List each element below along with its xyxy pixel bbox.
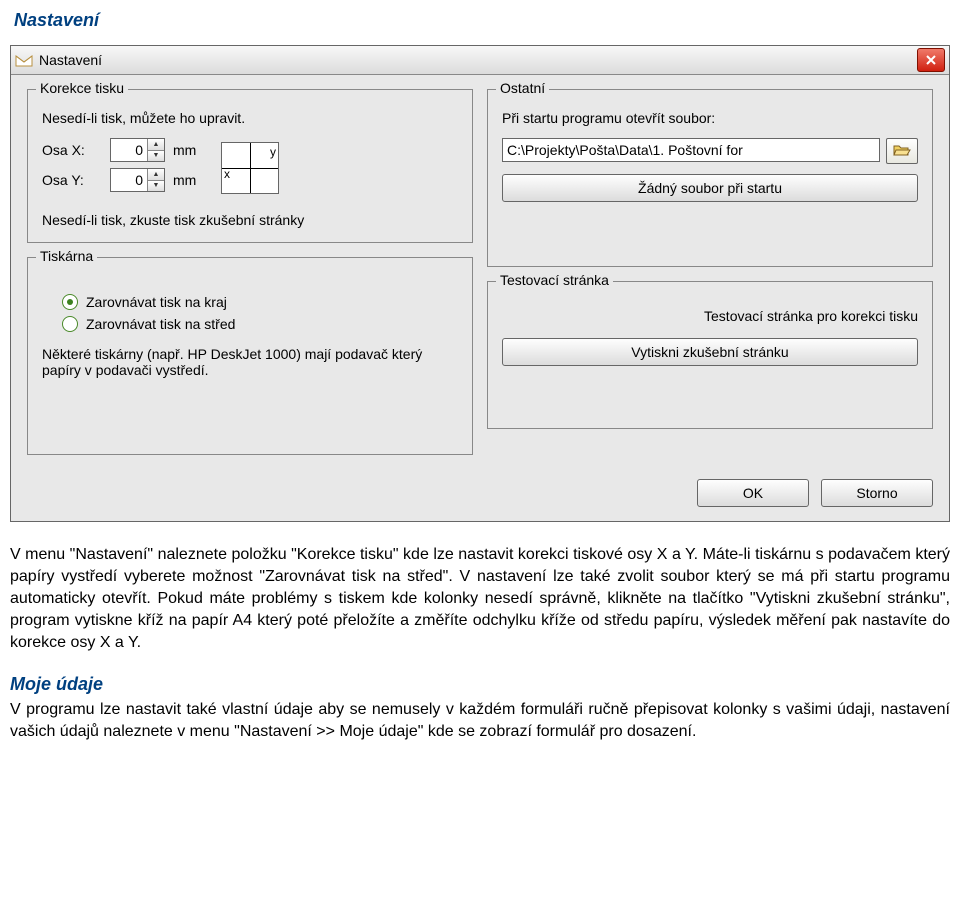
body-paragraph-1: V menu "Nastavení" naleznete položku "Ko… bbox=[10, 544, 950, 654]
close-button[interactable] bbox=[917, 48, 945, 72]
browse-button[interactable] bbox=[886, 138, 918, 164]
xy-x-label: x bbox=[224, 167, 230, 181]
no-startup-file-button[interactable]: Žádný soubor při startu bbox=[502, 174, 918, 202]
legend-korekce: Korekce tisku bbox=[36, 80, 128, 96]
axis-y-label: Osa Y: bbox=[42, 172, 102, 188]
right-column: Ostatní Při startu programu otevřít soub… bbox=[487, 89, 933, 455]
axis-x-label: Osa X: bbox=[42, 142, 102, 158]
print-test-page-button[interactable]: Vytiskni zkušební stránku bbox=[502, 338, 918, 366]
axis-y-row: Osa Y: ▲ ▼ mm bbox=[42, 168, 201, 192]
dialog-title: Nastavení bbox=[39, 52, 917, 68]
legend-tiskarna: Tiskárna bbox=[36, 248, 97, 264]
startup-file-row bbox=[502, 138, 918, 164]
radio-icon[interactable] bbox=[62, 316, 78, 332]
left-column: Korekce tisku Nesedí-li tisk, můžete ho … bbox=[27, 89, 473, 455]
page-heading: Nastavení bbox=[14, 10, 950, 31]
ok-button[interactable]: OK bbox=[697, 479, 809, 507]
axis-y-unit: mm bbox=[173, 172, 201, 188]
folder-open-icon bbox=[893, 143, 911, 160]
radio-icon[interactable] bbox=[62, 294, 78, 310]
radio-align-edge[interactable]: Zarovnávat tisk na kraj bbox=[62, 294, 458, 310]
legend-test: Testovací stránka bbox=[496, 272, 613, 288]
test-desc: Testovací stránka pro korekci tisku bbox=[502, 308, 918, 324]
axis-y-field[interactable] bbox=[111, 169, 147, 191]
radio-align-center-label: Zarovnávat tisk na střed bbox=[86, 316, 235, 332]
ostatni-desc: Při startu programu otevřít soubor: bbox=[502, 110, 918, 126]
xy-preview: y x bbox=[221, 142, 279, 194]
axis-x-field[interactable] bbox=[111, 139, 147, 161]
axis-y-input[interactable]: ▲ ▼ bbox=[110, 168, 165, 192]
cancel-button[interactable]: Storno bbox=[821, 479, 933, 507]
axis-x-input[interactable]: ▲ ▼ bbox=[110, 138, 165, 162]
legend-ostatni: Ostatní bbox=[496, 80, 549, 96]
axis-y-down[interactable]: ▼ bbox=[148, 180, 164, 192]
group-testovaci-stranka: Testovací stránka Testovací stránka pro … bbox=[487, 281, 933, 429]
group-korekce-tisku: Korekce tisku Nesedí-li tisk, můžete ho … bbox=[27, 89, 473, 243]
axis-y-up[interactable]: ▲ bbox=[148, 169, 164, 180]
dialog-body: Korekce tisku Nesedí-li tisk, můžete ho … bbox=[11, 75, 949, 471]
subheading-moje-udaje: Moje údaje bbox=[10, 674, 950, 695]
axis-x-unit: mm bbox=[173, 142, 201, 158]
dialog-button-bar: OK Storno bbox=[11, 471, 949, 521]
radio-align-edge-label: Zarovnávat tisk na kraj bbox=[86, 294, 227, 310]
tiskarna-note: Některé tiskárny (např. HP DeskJet 1000)… bbox=[42, 346, 458, 378]
korekce-desc: Nesedí-li tisk, můžete ho upravit. bbox=[42, 110, 458, 126]
xy-y-label: y bbox=[270, 145, 276, 159]
axis-x-row: Osa X: ▲ ▼ mm bbox=[42, 138, 201, 162]
axis-x-up[interactable]: ▲ bbox=[148, 139, 164, 150]
titlebar: Nastavení bbox=[11, 46, 949, 75]
radio-align-center[interactable]: Zarovnávat tisk na střed bbox=[62, 316, 458, 332]
korekce-note: Nesedí-li tisk, zkuste tisk zkušební str… bbox=[42, 212, 458, 228]
body-paragraph-2: V programu lze nastavit také vlastní úda… bbox=[10, 699, 950, 743]
envelope-icon bbox=[15, 53, 33, 67]
startup-file-field[interactable] bbox=[502, 138, 880, 162]
settings-dialog: Nastavení Korekce tisku Nesedí-li tisk, … bbox=[10, 45, 950, 522]
group-tiskarna: Tiskárna Zarovnávat tisk na kraj Zarovná… bbox=[27, 257, 473, 455]
group-ostatni: Ostatní Při startu programu otevřít soub… bbox=[487, 89, 933, 267]
axis-x-down[interactable]: ▼ bbox=[148, 150, 164, 162]
